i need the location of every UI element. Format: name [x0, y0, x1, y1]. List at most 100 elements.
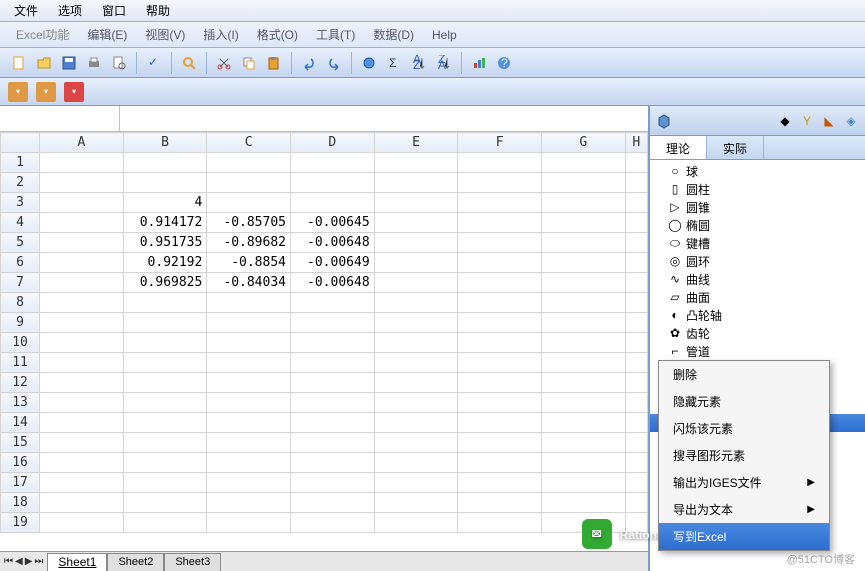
new-icon[interactable]: [8, 52, 30, 74]
row-header[interactable]: 11: [1, 353, 40, 373]
tab-actual[interactable]: 实际: [707, 136, 764, 159]
cell[interactable]: -0.84034: [207, 273, 291, 293]
menu-help[interactable]: 帮助: [138, 0, 178, 21]
pdf-icon-2[interactable]: ▾: [36, 82, 56, 102]
tree-ellipse[interactable]: ◯椭圆: [650, 216, 865, 234]
tree-camshaft[interactable]: ◐凸轮轴: [650, 306, 865, 324]
menu-window[interactable]: 窗口: [94, 0, 134, 21]
prev-tab-icon[interactable]: ◀: [15, 556, 23, 567]
cell[interactable]: -0.00645: [291, 213, 375, 233]
row-header[interactable]: 4: [1, 213, 40, 233]
sum-icon[interactable]: Σ: [383, 52, 405, 74]
ctx-iges[interactable]: 输出为IGES文件▶: [659, 469, 829, 496]
tool-icon-3[interactable]: ◣: [821, 113, 837, 129]
cut-icon[interactable]: [213, 52, 235, 74]
menu-tools[interactable]: 工具(T): [310, 24, 361, 45]
copy-icon[interactable]: [238, 52, 260, 74]
spell-icon[interactable]: ✓: [143, 52, 165, 74]
cell[interactable]: -0.85705: [207, 213, 291, 233]
name-box[interactable]: [0, 106, 120, 131]
ctx-text[interactable]: 导出为文本▶: [659, 496, 829, 523]
next-tab-icon[interactable]: ▶: [25, 556, 33, 567]
formula-input[interactable]: [120, 106, 648, 131]
tree-torus[interactable]: ◎圆环: [650, 252, 865, 270]
ctx-search[interactable]: 搜寻图形元素: [659, 442, 829, 469]
menu-options[interactable]: 选项: [50, 0, 90, 21]
tree-sphere[interactable]: ○球: [650, 162, 865, 180]
ctx-flash[interactable]: 闪烁该元素: [659, 415, 829, 442]
row-header[interactable]: 5: [1, 233, 40, 253]
pdf-icon-1[interactable]: ▾: [8, 82, 28, 102]
first-tab-icon[interactable]: ⏮: [4, 556, 13, 567]
corner-cell[interactable]: [1, 133, 40, 153]
tab-nav-buttons[interactable]: ⏮ ◀ ▶ ⏭: [0, 556, 47, 567]
menu-edit[interactable]: 编辑(E): [81, 24, 133, 45]
open-icon[interactable]: [33, 52, 55, 74]
col-header[interactable]: A: [40, 133, 124, 153]
save-icon[interactable]: [58, 52, 80, 74]
preview-icon[interactable]: [108, 52, 130, 74]
row-header[interactable]: 17: [1, 473, 40, 493]
cell[interactable]: -0.00648: [291, 273, 375, 293]
row-header[interactable]: 18: [1, 493, 40, 513]
tool-icon-2[interactable]: Y: [799, 113, 815, 129]
cube-icon[interactable]: [656, 114, 670, 128]
row-header[interactable]: 6: [1, 253, 40, 273]
cell[interactable]: -0.8854: [207, 253, 291, 273]
col-header[interactable]: F: [458, 133, 542, 153]
sheet-tab-3[interactable]: Sheet3: [164, 553, 221, 571]
row-header[interactable]: 2: [1, 173, 40, 193]
row-header[interactable]: 3: [1, 193, 40, 213]
cell[interactable]: 4: [123, 193, 207, 213]
menu-format[interactable]: 格式(O): [251, 24, 304, 45]
sort-desc-icon[interactable]: ZA: [433, 52, 455, 74]
print-icon[interactable]: [83, 52, 105, 74]
ctx-excel[interactable]: 写到Excel: [659, 523, 829, 550]
tab-theory[interactable]: 理论: [650, 136, 707, 159]
undo-icon[interactable]: [298, 52, 320, 74]
row-header[interactable]: 8: [1, 293, 40, 313]
sort-asc-icon[interactable]: AZ: [408, 52, 430, 74]
menu-view[interactable]: 视图(V): [139, 24, 191, 45]
cell[interactable]: -0.89682: [207, 233, 291, 253]
chart-icon[interactable]: [468, 52, 490, 74]
tree-pipe[interactable]: ⌐管道: [650, 342, 865, 360]
cell[interactable]: 0.914172: [123, 213, 207, 233]
tree-cone[interactable]: ▷圆锥: [650, 198, 865, 216]
ctx-hide[interactable]: 隐藏元素: [659, 388, 829, 415]
cell[interactable]: 0.969825: [123, 273, 207, 293]
col-header[interactable]: E: [374, 133, 458, 153]
col-header[interactable]: G: [541, 133, 625, 153]
pdf-icon-3[interactable]: ▾: [64, 82, 84, 102]
redo-icon[interactable]: [323, 52, 345, 74]
sheet-tab-1[interactable]: Sheet1: [47, 553, 107, 571]
tool-icon-1[interactable]: ◆: [777, 113, 793, 129]
menu-file[interactable]: 文件: [6, 0, 46, 21]
cell[interactable]: -0.00649: [291, 253, 375, 273]
menu-help2[interactable]: Help: [426, 26, 463, 44]
help-icon[interactable]: ?: [493, 52, 515, 74]
ctx-delete[interactable]: 删除: [659, 361, 829, 388]
tree-curve[interactable]: ∿曲线: [650, 270, 865, 288]
row-header[interactable]: 12: [1, 373, 40, 393]
cell-grid[interactable]: A B C D E F G H 1 2 34 40.914172-0.85705…: [0, 132, 648, 551]
col-header[interactable]: H: [625, 133, 647, 153]
menu-insert[interactable]: 插入(I): [197, 24, 244, 45]
row-header[interactable]: 19: [1, 513, 40, 533]
cell[interactable]: 0.951735: [123, 233, 207, 253]
tree-cylinder[interactable]: ▯圆柱: [650, 180, 865, 198]
tree-surface[interactable]: ▱曲面: [650, 288, 865, 306]
paste-icon[interactable]: [263, 52, 285, 74]
cell[interactable]: 0.92192: [123, 253, 207, 273]
tree-gear[interactable]: ✿齿轮: [650, 324, 865, 342]
row-header[interactable]: 13: [1, 393, 40, 413]
link-icon[interactable]: [358, 52, 380, 74]
col-header[interactable]: C: [207, 133, 291, 153]
sheet-tab-2[interactable]: Sheet2: [107, 553, 164, 571]
col-header[interactable]: B: [123, 133, 207, 153]
tool-icon-4[interactable]: ◈: [843, 113, 859, 129]
row-header[interactable]: 1: [1, 153, 40, 173]
row-header[interactable]: 10: [1, 333, 40, 353]
row-header[interactable]: 9: [1, 313, 40, 333]
row-header[interactable]: 15: [1, 433, 40, 453]
